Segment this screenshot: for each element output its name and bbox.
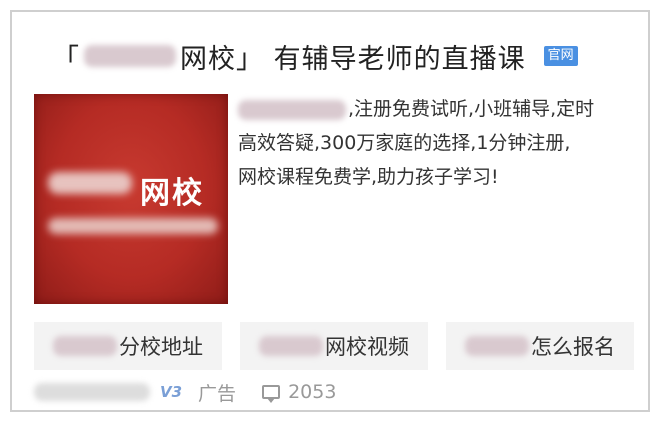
sitelink-label: 网校视频: [325, 335, 409, 359]
blurred-logo-subtext: [48, 218, 218, 234]
logo-text: 网校: [140, 176, 204, 211]
search-ad-card: 「 网校」 有辅导老师的直播课 官网 网校 ,注册免费试听,小班辅导,定时 高效…: [10, 10, 650, 412]
comment-count[interactable]: 2053: [288, 381, 336, 403]
comment-icon: [262, 385, 281, 403]
sitelink-how-to-register[interactable]: 怎么报名: [446, 322, 634, 370]
sitelink-videos[interactable]: 网校视频: [240, 322, 428, 370]
result-description: ,注册免费试听,小班辅导,定时 高效答疑,300万家庭的选择,1分钟注册, 网校…: [238, 92, 638, 194]
blurred-logo-text: [48, 172, 132, 194]
blurred-brand-name: [238, 99, 346, 120]
blurred-brand-name: [84, 45, 176, 67]
description-line-2: 高效答疑,300万家庭的选择,1分钟注册,: [238, 132, 571, 154]
blurred-display-url[interactable]: [34, 383, 150, 401]
sitelinks-row: 分校地址 网校视频 怎么报名: [34, 322, 634, 370]
description-line-3: 网校课程免费学,助力孩子学习!: [238, 166, 499, 188]
v3-badge-icon[interactable]: V3: [160, 383, 182, 401]
blurred-brand-name: [465, 336, 529, 356]
brand-logo-image[interactable]: 网校: [34, 94, 228, 304]
ad-label: 广告: [198, 382, 237, 405]
title-main-text: 网校」 有辅导老师的直播课: [180, 43, 526, 75]
description-line-1: ,注册免费试听,小班辅导,定时: [238, 92, 638, 126]
sitelink-branch-address[interactable]: 分校地址: [34, 322, 222, 370]
title-open-bracket: 「: [52, 43, 80, 75]
blurred-brand-name: [53, 336, 117, 356]
result-title-link[interactable]: 「 网校」 有辅导老师的直播课 官网: [52, 36, 578, 76]
result-title[interactable]: 「 网校」 有辅导老师的直播课: [52, 37, 526, 76]
sitelink-label: 分校地址: [119, 335, 203, 359]
sitelink-label: 怎么报名: [531, 335, 615, 359]
result-footer: V3 广告 2053: [34, 378, 336, 406]
blurred-brand-name: [259, 336, 323, 356]
description-text: ,注册免费试听,小班辅导,定时: [348, 98, 595, 120]
official-site-badge[interactable]: 官网: [543, 46, 578, 66]
